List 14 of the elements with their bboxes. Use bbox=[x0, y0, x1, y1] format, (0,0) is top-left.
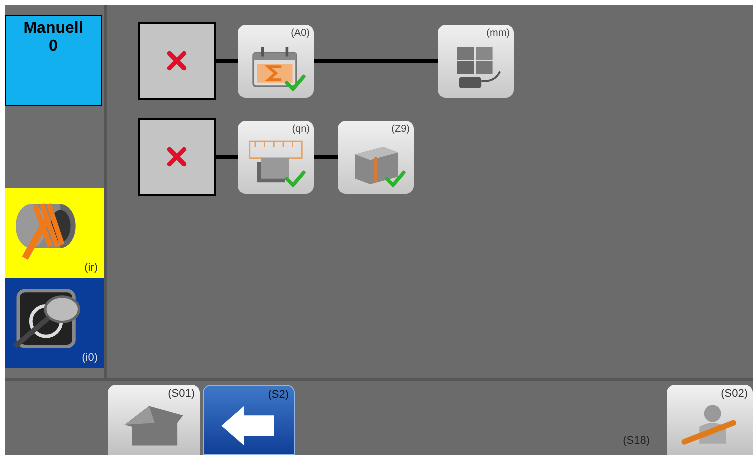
step-tile[interactable]: (A0) bbox=[238, 24, 314, 98]
step-tile[interactable]: (mm) bbox=[438, 24, 514, 98]
side-tile[interactable]: (ir) bbox=[5, 188, 104, 278]
tile-code: (ir) bbox=[84, 262, 98, 274]
step-tile[interactable]: (qn) bbox=[238, 120, 314, 194]
service-button[interactable]: (S02) bbox=[667, 385, 753, 455]
tile-code: (i0) bbox=[82, 352, 98, 364]
home-button[interactable]: (S01) bbox=[108, 385, 200, 455]
mode-label: Manuell bbox=[24, 20, 84, 38]
step-tile[interactable]: (Z9) bbox=[338, 120, 414, 194]
mode-value: 0 bbox=[49, 38, 58, 56]
screen-code: (S18) bbox=[623, 435, 650, 447]
side-tile[interactable]: (i0) bbox=[5, 278, 104, 368]
back-button[interactable]: (S2) bbox=[203, 385, 295, 455]
